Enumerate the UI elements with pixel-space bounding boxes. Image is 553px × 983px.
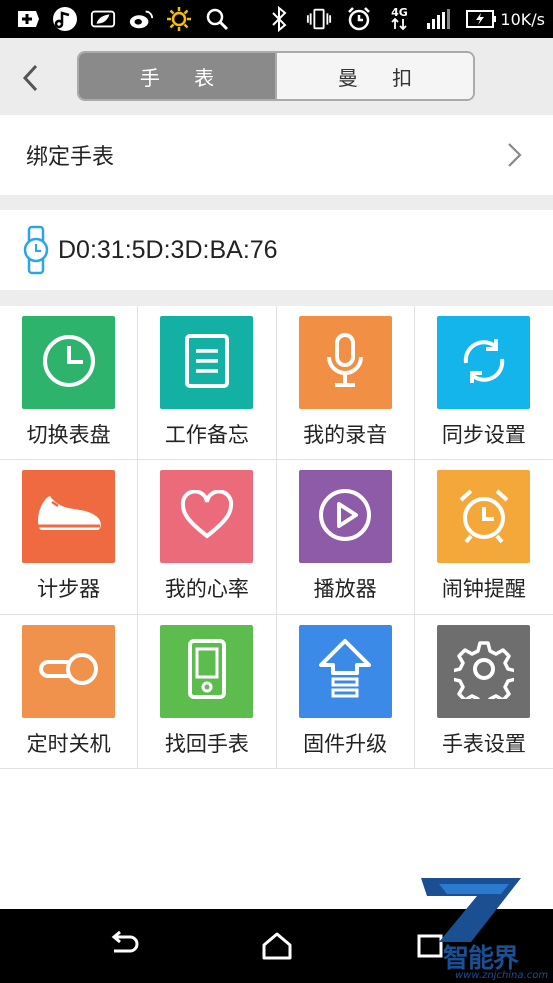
vibrate-icon	[306, 6, 332, 32]
grid-item-alarm-reminder[interactable]: 闹钟提醒	[414, 460, 553, 615]
grid-item-label: 播放器	[313, 577, 377, 602]
tile	[160, 316, 254, 409]
back-button[interactable]	[20, 63, 42, 93]
signal-icon	[426, 6, 452, 32]
tile	[298, 624, 392, 718]
nav-home-button[interactable]	[260, 931, 294, 961]
chevron-right-icon	[507, 142, 523, 172]
phone-icon	[187, 638, 227, 704]
grid-item-player[interactable]: 播放器	[276, 460, 415, 615]
return-icon	[111, 930, 139, 953]
grid-item-label: 我的录音	[303, 423, 388, 447]
device-mac-address: D0:31:5D:3D:BA:76	[58, 235, 278, 264]
grid-item-label: 固件升级	[303, 731, 388, 756]
alarm-clock-icon	[455, 486, 513, 548]
grid-item-label: 同步设置	[441, 423, 526, 447]
grid-item-label: 计步器	[37, 577, 101, 602]
sync-icon	[456, 333, 512, 393]
tile	[160, 470, 254, 564]
grid-item-sync-settings[interactable]: 同步设置	[414, 306, 553, 461]
grid-item-pedometer[interactable]: 计步器	[0, 460, 139, 615]
grid-item-label: 切换表盘	[26, 423, 111, 447]
grid-item-label: 手表设置	[441, 731, 526, 756]
grid-item-watch-settings[interactable]: 手表设置	[414, 615, 553, 769]
watermark-logo: 智能界 www.znjchina.com	[409, 868, 549, 983]
music-icon	[52, 6, 78, 32]
microphone-icon	[325, 332, 365, 393]
grid-item-find-watch[interactable]: 找回手表	[138, 614, 277, 769]
grid-item-switch-watchface[interactable]: 切换表盘	[0, 306, 139, 461]
device-row: D0:31:5D:3D:BA:76	[0, 210, 553, 290]
grid-item-work-memo[interactable]: 工作备忘	[138, 306, 277, 461]
grid-item-firmware-upgrade[interactable]: 固件升级	[276, 614, 415, 769]
brightness-icon	[166, 6, 192, 32]
tab-mankou[interactable]: 曼 扣	[275, 53, 473, 99]
grid-item-label: 定时关机	[26, 731, 111, 756]
grid-item-label: 我的心率	[164, 577, 249, 602]
battery-icon: 10K/s	[466, 6, 545, 32]
alarm-icon	[346, 6, 372, 32]
tile	[437, 316, 531, 409]
bind-watch-row[interactable]: 绑定手表	[0, 115, 553, 195]
tile	[22, 316, 116, 409]
leaf-icon	[90, 6, 116, 32]
weibo-icon	[128, 6, 154, 32]
status-bar: 4G 10K/s	[0, 0, 553, 38]
4g-data-icon: 4G	[386, 6, 412, 32]
upgrade-icon	[317, 637, 373, 705]
grid-item-label: 工作备忘	[164, 423, 249, 447]
tile	[298, 316, 392, 409]
clock-icon	[41, 333, 97, 393]
tile	[298, 470, 392, 564]
play-icon	[317, 487, 373, 547]
shoe-icon	[34, 490, 104, 544]
gear-icon	[450, 639, 518, 709]
bluetooth-icon	[266, 6, 292, 32]
watermark-url: www.znjchina.com	[455, 970, 549, 981]
network-speed: 10K/s	[500, 9, 545, 29]
plus-notification-icon	[14, 6, 40, 32]
memo-icon	[184, 333, 230, 393]
grid-item-label: 闹钟提醒	[441, 577, 526, 602]
tile	[22, 470, 116, 564]
tab-watch[interactable]: 手 表	[79, 53, 275, 99]
tile	[437, 624, 531, 718]
function-grid: 切换表盘 工作备忘 我的录音 同步设置 计步器 我的心率 播放器 闹钟提醒 定时…	[0, 306, 553, 769]
segmented-control: 手 表 曼 扣	[77, 51, 475, 101]
grid-item-my-recordings[interactable]: 我的录音	[276, 306, 415, 461]
grid-item-heart-rate[interactable]: 我的心率	[138, 460, 277, 615]
grid-item-label: 找回手表	[164, 731, 249, 756]
heart-icon	[179, 489, 235, 544]
toggle-icon	[38, 649, 100, 693]
nav-back-button[interactable]	[106, 930, 140, 961]
search-icon	[204, 6, 230, 32]
bind-watch-label: 绑定手表	[26, 145, 115, 170]
home-icon	[262, 932, 292, 960]
tile	[160, 624, 254, 718]
watch-icon	[22, 225, 50, 275]
grid-item-timed-shutdown[interactable]: 定时关机	[0, 614, 139, 769]
tile	[22, 624, 116, 718]
header: 手 表 曼 扣	[0, 38, 553, 115]
tile	[437, 470, 531, 564]
